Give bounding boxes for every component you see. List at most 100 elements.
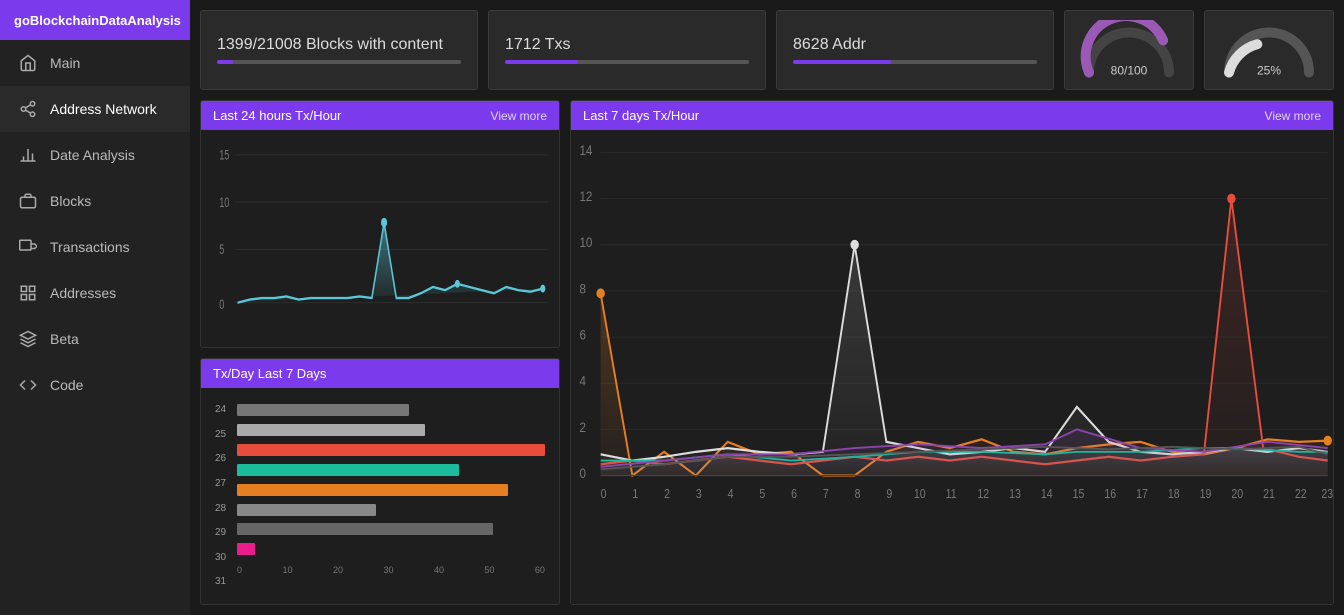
svg-text:0: 0 — [579, 465, 585, 481]
bar-row-24 — [237, 404, 545, 416]
sidebar-item-label: Transactions — [50, 239, 130, 255]
svg-text:14: 14 — [1041, 488, 1053, 501]
svg-text:21: 21 — [1263, 488, 1275, 501]
svg-text:2: 2 — [579, 419, 585, 435]
svg-text:3: 3 — [696, 488, 702, 501]
tx-7days-view-more[interactable]: View more — [1265, 109, 1321, 123]
blocks-icon — [18, 191, 38, 211]
svg-text:14: 14 — [579, 142, 592, 158]
sidebar-item-transactions[interactable]: Transactions — [0, 224, 190, 270]
svg-text:22: 22 — [1295, 488, 1307, 501]
svg-text:15: 15 — [219, 147, 229, 164]
svg-text:25%: 25% — [1257, 64, 1281, 78]
sidebar-item-label: Main — [50, 55, 80, 71]
txs-stat-label: 1712 Txs — [505, 36, 749, 54]
gauge-card-2: 25% — [1204, 10, 1334, 90]
home-icon — [18, 53, 38, 73]
bar-row-30 — [237, 523, 545, 535]
bar-row-26 — [237, 444, 545, 456]
sidebar-item-addresses[interactable]: Addresses — [0, 270, 190, 316]
svg-text:5: 5 — [759, 488, 765, 501]
tx-7days-svg: 14 12 10 8 6 4 2 0 — [571, 130, 1333, 604]
svg-text:6: 6 — [579, 327, 585, 343]
tx-hour-svg: 15 10 5 0 — [207, 136, 553, 341]
bar-row-31 — [237, 543, 545, 555]
sidebar-item-date-analysis[interactable]: Date Analysis — [0, 132, 190, 178]
svg-text:10: 10 — [579, 234, 592, 250]
bar-row-28 — [237, 484, 545, 496]
transactions-icon — [18, 237, 38, 257]
txs-progress-fill — [505, 60, 578, 64]
svg-text:10: 10 — [219, 194, 229, 211]
tx-day-body: 24 25 26 27 28 29 30 31 — [201, 388, 559, 605]
svg-text:17: 17 — [1136, 488, 1148, 501]
sidebar-item-beta[interactable]: Beta — [0, 316, 190, 362]
sidebar-item-code[interactable]: Code — [0, 362, 190, 408]
tx-7days-chart: Last 7 days Tx/Hour View more 14 12 10 8… — [570, 100, 1334, 605]
bar-row-25 — [237, 424, 545, 436]
sidebar-item-blocks[interactable]: Blocks — [0, 178, 190, 224]
sidebar-item-label: Address Network — [50, 101, 157, 117]
blocks-progress-fill — [217, 60, 233, 64]
svg-text:7: 7 — [823, 488, 829, 501]
grid-icon — [18, 283, 38, 303]
svg-text:80/100: 80/100 — [1111, 64, 1148, 78]
blocks-progress-bar — [217, 60, 461, 64]
txs-progress-bar — [505, 60, 749, 64]
svg-text:8: 8 — [855, 488, 861, 501]
main-content: 1399/21008 Blocks with content 1712 Txs … — [190, 0, 1344, 615]
tx-day-title: Tx/Day Last 7 Days — [213, 366, 326, 381]
svg-text:4: 4 — [728, 488, 734, 501]
beta-icon — [18, 329, 38, 349]
svg-text:18: 18 — [1168, 488, 1180, 501]
tx-day-chart: Tx/Day Last 7 Days 24 25 26 27 28 29 30 … — [200, 358, 560, 606]
svg-text:1: 1 — [632, 488, 638, 501]
sidebar: goBlockchainDataAnalysis Main Address Ne… — [0, 0, 190, 615]
code-icon — [18, 375, 38, 395]
tx-hour-view-more[interactable]: View more — [491, 109, 547, 123]
bar-chart-labels: 24 25 26 27 28 29 30 31 — [215, 398, 237, 595]
svg-text:16: 16 — [1104, 488, 1116, 501]
sidebar-item-label: Code — [50, 377, 83, 393]
svg-text:5: 5 — [219, 241, 224, 258]
tx-7days-header: Last 7 days Tx/Hour View more — [571, 101, 1333, 130]
gauge-svg-1: 80/100 — [1079, 20, 1179, 80]
tx-hour-body: 15 10 5 0 — [201, 130, 559, 347]
svg-text:15: 15 — [1073, 488, 1085, 501]
svg-text:19: 19 — [1200, 488, 1212, 501]
blocks-stat-label: 1399/21008 Blocks with content — [217, 36, 461, 54]
txs-stat-card: 1712 Txs — [488, 10, 766, 90]
stats-row: 1399/21008 Blocks with content 1712 Txs … — [200, 10, 1334, 90]
svg-text:13: 13 — [1009, 488, 1021, 501]
chart-icon — [18, 145, 38, 165]
bar-axis: 0102030405060 — [237, 563, 545, 575]
bar-row-29 — [237, 504, 545, 516]
sidebar-item-address-network[interactable]: Address Network — [0, 86, 190, 132]
blocks-stat-card: 1399/21008 Blocks with content — [200, 10, 478, 90]
svg-text:12: 12 — [977, 488, 989, 501]
svg-text:2: 2 — [664, 488, 670, 501]
svg-text:6: 6 — [791, 488, 797, 501]
tx-hour-chart: Last 24 hours Tx/Hour View more 15 10 5 … — [200, 100, 560, 348]
svg-text:10: 10 — [914, 488, 926, 501]
tx-hour-title: Last 24 hours Tx/Hour — [213, 108, 341, 123]
bar-row-27 — [237, 464, 545, 476]
sidebar-item-label: Beta — [50, 331, 79, 347]
tx-hour-header: Last 24 hours Tx/Hour View more — [201, 101, 559, 130]
tx-7days-body: 14 12 10 8 6 4 2 0 — [571, 130, 1333, 604]
addr-progress-bar — [793, 60, 1037, 64]
bar-chart-container: 24 25 26 27 28 29 30 31 — [207, 394, 553, 599]
addr-stat-card: 8628 Addr — [776, 10, 1054, 90]
svg-text:4: 4 — [579, 373, 585, 389]
left-charts: Last 24 hours Tx/Hour View more 15 10 5 … — [200, 100, 560, 605]
svg-text:8: 8 — [579, 280, 585, 296]
charts-row: Last 24 hours Tx/Hour View more 15 10 5 … — [200, 100, 1334, 605]
svg-text:11: 11 — [946, 488, 957, 501]
app-logo: goBlockchainDataAnalysis — [0, 0, 190, 40]
svg-text:0: 0 — [219, 296, 224, 313]
svg-text:12: 12 — [579, 188, 592, 204]
sidebar-item-main[interactable]: Main — [0, 40, 190, 86]
tx-7days-title: Last 7 days Tx/Hour — [583, 108, 699, 123]
addr-stat-label: 8628 Addr — [793, 36, 1037, 54]
sidebar-item-label: Blocks — [50, 193, 91, 209]
